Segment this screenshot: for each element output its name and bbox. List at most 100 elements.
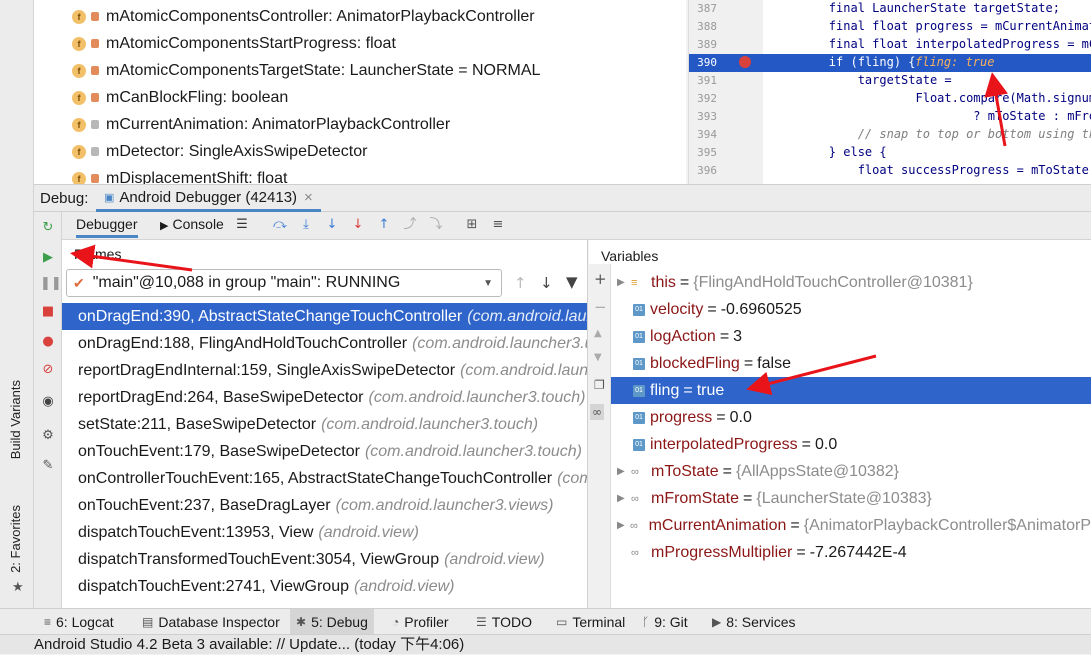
stack-frame-row[interactable]: onTouchEvent:179, BaseSwipeDetector (com.… (62, 438, 587, 465)
structure-field[interactable]: f mDisplacementShift: float (72, 165, 287, 184)
build-variants-tab[interactable]: Build Variants (8, 380, 23, 459)
stack-frame-row[interactable]: onControllerTouchEvent:165, AbstractStat… (62, 465, 587, 492)
stack-frame-row[interactable]: onDragEnd:188, FlingAndHoldTouchControll… (62, 330, 587, 357)
debug-session-tab[interactable]: ▣ Android Debugger (42413) × (96, 185, 321, 212)
lock-icon (91, 120, 99, 129)
favorites-tab[interactable]: 2: Favorites (8, 505, 23, 573)
expand-triangle-icon[interactable]: ▶ (617, 493, 629, 504)
expand-triangle-icon[interactable]: ▶ (617, 277, 629, 288)
code-line[interactable]: 393 ? mToState : mFrom (689, 108, 1091, 126)
logcat-icon: ≡ (44, 615, 52, 629)
structure-field[interactable]: f mAtomicComponentsController: AnimatorPl… (72, 3, 535, 30)
frame-package: (android.view) (318, 523, 419, 541)
code-editor[interactable]: 387 final LauncherState targetState; 388 … (688, 0, 1091, 184)
code-line[interactable]: 392 Float.compare(Math.signum( (689, 90, 1091, 108)
pin-icon[interactable]: ✎ (40, 458, 56, 474)
bottom-tab[interactable]: ◔ Profiler (386, 609, 455, 635)
bottom-tab[interactable]: ▶ 8: Services (706, 609, 801, 635)
settings-gear-icon[interactable]: ⚙ (40, 428, 56, 444)
stack-frame-row[interactable]: setState:211, BaseSwipeDetector (com.andr… (62, 411, 587, 438)
variables-panel: Variables + − ▲ ▼ ❐ ∞ ▶ ≡ this = {FlingAndHo… (589, 240, 1091, 608)
variable-row[interactable]: 01 progress = 0.0 (611, 404, 1091, 431)
bottom-tab[interactable]: ☰ TODO (470, 609, 538, 635)
view-breakpoints-icon[interactable]: ● (40, 334, 56, 350)
bottom-tab[interactable]: ▭ Terminal (550, 609, 631, 635)
stack-frame-row[interactable]: dispatchTouchEvent:2741, ViewGroup (andro… (62, 573, 587, 600)
close-session-icon[interactable]: × (304, 189, 313, 206)
stack-frame-row[interactable]: dispatchTouchEvent:13953, View (android.v… (62, 519, 587, 546)
code-line[interactable]: 389 final float interpolatedProgress = m… (689, 36, 1091, 54)
stop-icon[interactable]: ■ (40, 304, 56, 320)
console-tab[interactable]: ▶ Console (160, 216, 224, 232)
structure-field[interactable]: f mAtomicComponentsTargetState: LauncherS… (72, 57, 540, 84)
show-execution-point-icon[interactable]: ⤼ (272, 217, 288, 233)
camera-icon[interactable]: ◉ (40, 394, 56, 410)
rerun-icon[interactable]: ↻ (40, 220, 56, 236)
step-over-icon[interactable]: ⤓ (298, 217, 314, 233)
layout-menu-icon[interactable]: ☰ (234, 217, 250, 233)
variable-row[interactable]: 01 fling = true (611, 377, 1091, 404)
variable-row[interactable]: ▶ ∞ mFromState = {LauncherState@10383} (611, 485, 1091, 512)
stack-frame-row[interactable]: reportDragEndInternal:159, SingleAxisSwi… (62, 357, 587, 384)
variable-row[interactable]: 01 blockedFling = false (611, 350, 1091, 377)
frame-package: (com.android.launcher3.touch) (368, 388, 586, 406)
chevron-down-icon[interactable]: ▼ (483, 278, 493, 289)
bottom-tab[interactable]: ✱ 5: Debug (290, 609, 374, 635)
structure-field[interactable]: f mCanBlockFling: boolean (72, 84, 288, 111)
step-out-icon[interactable]: ↑ (376, 217, 392, 233)
field-icon: f (72, 9, 86, 24)
variable-row[interactable]: ▶ ≡ this = {FlingAndHoldTouchController@1038… (611, 269, 1091, 296)
stack-frame-row[interactable]: reportDragEnd:264, BaseSwipeDetector (com… (62, 384, 587, 411)
move-up-icon[interactable]: ▲ (594, 328, 602, 339)
run-to-cursor-icon[interactable]: ⤵ (428, 217, 444, 233)
code-line[interactable]: 396 float successProgress = mToState = (689, 162, 1091, 180)
bottom-tab[interactable]: ≡ 6: Logcat (38, 609, 120, 635)
lock-icon (91, 93, 99, 102)
step-into-icon[interactable]: ↓ (324, 217, 340, 233)
glasses-icon[interactable]: ∞ (590, 404, 604, 420)
debugger-tab[interactable]: Debugger (76, 216, 138, 238)
mute-breakpoints-icon[interactable]: ⊘ (40, 362, 56, 378)
variable-row[interactable]: 01 velocity = -0.6960525 (611, 296, 1091, 323)
structure-field[interactable]: f mDetector: SingleAxisSwipeDetector (72, 138, 367, 165)
stack-frame-row[interactable]: onTouchEvent:237, BaseDragLayer (com.andr… (62, 492, 587, 519)
resume-program-icon[interactable]: ▶ (40, 250, 56, 266)
variable-row[interactable]: ▶ ∞ mCurrentAnimation = {AnimatorPlaybackCon… (611, 512, 1091, 539)
line-number: 393 (697, 110, 717, 123)
variable-row[interactable]: ∞ mProgressMultiplier = -7.267442E-4 (611, 539, 1091, 566)
debugger-toolbar: Debugger ▶ Console ☰ ⤼ ⤓ ↓ ↓ ↑ ⤴ ⤵ ⊞ ≡ (62, 212, 1091, 240)
bottom-tab[interactable]: ᚴ 9: Git (636, 609, 694, 635)
code-line[interactable]: 388 final float progress = mCurrentAnima… (689, 18, 1091, 36)
variable-row[interactable]: 01 logAction = 3 (611, 323, 1091, 350)
code-line[interactable]: 391 targetState = (689, 72, 1091, 90)
filter-icon[interactable]: ▼ (566, 273, 578, 291)
remove-watch-icon[interactable]: − (594, 298, 607, 316)
expand-triangle-icon[interactable]: ▶ (617, 466, 629, 477)
star-icon[interactable]: ★ (12, 580, 24, 595)
thread-selector[interactable]: ✔ "main"@10,088 in group "main": RUNNING… (66, 269, 502, 297)
trace-icon[interactable]: ≡ (490, 217, 506, 233)
code-line[interactable]: 394 // snap to top or bottom using the (689, 126, 1091, 144)
bottom-tab[interactable]: ▤ Database Inspector (136, 609, 286, 635)
variable-row[interactable]: 01 interpolatedProgress = 0.0 (611, 431, 1091, 458)
stack-frame-row[interactable]: onDragEnd:390, AbstractStateChangeTouchC… (62, 303, 587, 330)
code-line[interactable]: 395 } else { (689, 144, 1091, 162)
arrow-up-icon[interactable]: ↑ (514, 274, 527, 292)
structure-field[interactable]: f mCurrentAnimation: AnimatorPlaybackCont… (72, 111, 450, 138)
pause-icon[interactable]: ❚❚ (40, 276, 62, 292)
evaluate-expression-icon[interactable]: ⊞ (464, 217, 480, 233)
add-watch-icon[interactable]: + (594, 270, 607, 288)
status-bar[interactable]: Android Studio 4.2 Beta 3 available: // … (0, 634, 1091, 654)
code-line[interactable]: 387 final LauncherState targetState; (689, 0, 1091, 18)
code-line[interactable]: 390 if (fling) {fling: true (689, 54, 1091, 72)
variable-row[interactable]: ▶ ∞ mToState = {AllAppsState@10382} (611, 458, 1091, 485)
move-down-icon[interactable]: ▼ (594, 352, 602, 363)
breakpoint-icon[interactable] (739, 56, 751, 68)
force-step-into-icon[interactable]: ↓ (350, 217, 366, 233)
stack-frame-row[interactable]: dispatchTransformedTouchEvent:3054, View… (62, 546, 587, 573)
copy-icon[interactable]: ❐ (594, 378, 605, 392)
structure-field[interactable]: f mAtomicComponentsStartProgress: float (72, 30, 396, 57)
arrow-down-icon[interactable]: ↓ (540, 274, 553, 292)
expand-triangle-icon[interactable]: ▶ (617, 520, 628, 531)
drop-frame-icon[interactable]: ⤴ (402, 217, 418, 233)
